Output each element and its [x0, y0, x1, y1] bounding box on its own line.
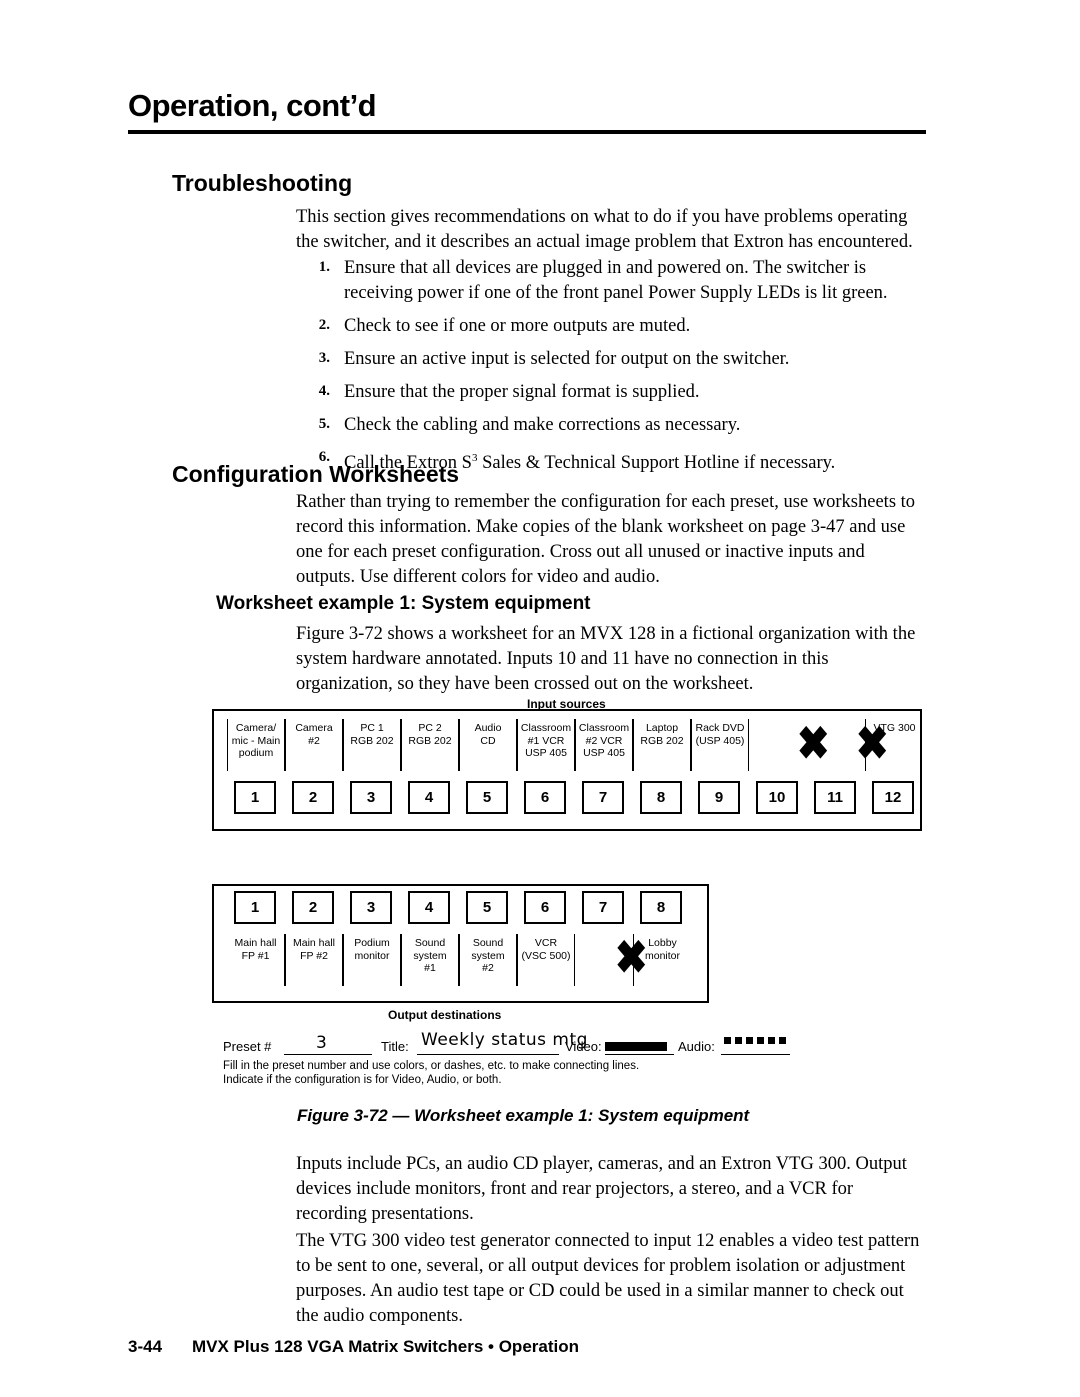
worksheet-after-paragraph-1: Inputs include PCs, an audio CD player, … — [296, 1154, 907, 1224]
video-underline — [605, 1054, 674, 1055]
output-number-1: 1 — [234, 891, 276, 924]
input-label-6: Classroom #1 VCR USP 405 — [517, 719, 575, 771]
list-item: 4. Ensure that the proper signal format … — [296, 380, 936, 405]
list-item-text: Ensure an active input is selected for o… — [344, 349, 790, 369]
output-label-4: Sound system #1 — [401, 934, 459, 986]
footer-text: MVX Plus 128 VGA Matrix Switchers • Oper… — [192, 1337, 579, 1356]
input-label-1: Camera/mic - Main podium — [227, 719, 285, 771]
input-number-9: 9 — [698, 781, 740, 814]
worksheet-example-intro: Figure 3-72 shows a worksheet for an MVX… — [296, 624, 916, 694]
heading-troubleshooting: Troubleshooting — [172, 170, 353, 196]
worksheet-after-paragraph-2: The VTG 300 video test generator connect… — [296, 1231, 920, 1326]
input-label-4: PC 2 RGB 202 — [401, 719, 459, 771]
output-number-5: 5 — [466, 891, 508, 924]
page-title: Operation, cont’d — [128, 88, 377, 123]
input-number-8: 8 — [640, 781, 682, 814]
worksheet-output-title: Output destinations — [388, 1008, 502, 1022]
audio-label: Audio: — [678, 1039, 715, 1054]
output-label-3: Podium monitor — [343, 934, 401, 986]
input-label-7: Classroom #2 VCR USP 405 — [575, 719, 633, 771]
list-item-text: Ensure that all devices are plugged in a… — [344, 258, 888, 303]
configuration-worksheets-intro: Rather than trying to remember the confi… — [296, 492, 916, 587]
output-label-5: Sound system #2 — [459, 934, 517, 986]
output-number-7: 7 — [582, 891, 624, 924]
video-label: Video: — [565, 1039, 602, 1054]
document-page: Operation, cont’d Troubleshooting This s… — [0, 0, 1080, 1397]
list-item: 2. Check to see if one or more outputs a… — [296, 314, 936, 339]
preset-value: 3 — [316, 1033, 328, 1053]
audio-underline — [721, 1054, 790, 1055]
preset-underline — [284, 1054, 372, 1055]
input-number-5: 5 — [466, 781, 508, 814]
title-label: Title: — [381, 1039, 409, 1054]
output-number-8: 8 — [640, 891, 682, 924]
crossout-output-7: ✖ — [614, 932, 648, 983]
worksheet-input-numbers: 1 2 3 4 5 6 7 8 9 10 11 12 — [234, 781, 914, 814]
input-label-3: PC 1 RGB 202 — [343, 719, 401, 771]
list-item: 5. Check the cabling and make correction… — [296, 413, 936, 438]
input-label-9: Rack DVD (USP 405) — [691, 719, 749, 771]
troubleshooting-steps: 1. Ensure that all devices are plugged i… — [296, 256, 936, 484]
list-item: 3. Ensure an active input is selected fo… — [296, 347, 936, 372]
list-item: 1. Ensure that all devices are plugged i… — [296, 256, 936, 306]
list-item-number: 5. — [318, 416, 330, 432]
input-number-11: 11 — [814, 781, 856, 814]
input-number-12: 12 — [872, 781, 914, 814]
input-number-4: 4 — [408, 781, 450, 814]
list-item-text: Check to see if one or more outputs are … — [344, 316, 691, 336]
input-number-3: 3 — [350, 781, 392, 814]
subheading-worksheet-example-1: Worksheet example 1: System equipment — [216, 593, 591, 614]
worksheet-fineprint-1: Fill in the preset number and use colors… — [223, 1060, 640, 1072]
input-label-5: Audio CD — [459, 719, 517, 771]
preset-label: Preset # — [223, 1039, 272, 1054]
list-item-number: 3. — [318, 350, 330, 366]
input-number-7: 7 — [582, 781, 624, 814]
title-underline — [417, 1054, 559, 1055]
video-mark — [605, 1042, 667, 1051]
worksheet-figure: Input sources Camera/mic - Main podium Ca… — [212, 697, 924, 1086]
output-number-2: 2 — [292, 891, 334, 924]
input-number-6: 6 — [524, 781, 566, 814]
crossout-input-11: ✖ — [855, 718, 889, 769]
footer-page-number: 3-44 — [128, 1337, 163, 1356]
list-item-number: 4. — [318, 383, 330, 399]
crossout-input-10: ✖ — [796, 718, 830, 769]
output-number-4: 4 — [408, 891, 450, 924]
header-divider — [128, 130, 926, 134]
output-number-6: 6 — [524, 891, 566, 924]
list-item-number: 2. — [318, 317, 330, 333]
worksheet-output-numbers: 1 2 3 4 5 6 7 8 — [234, 891, 682, 924]
list-item-number: 1. — [318, 259, 330, 275]
output-number-3: 3 — [350, 891, 392, 924]
input-number-2: 2 — [292, 781, 334, 814]
figure-caption: Figure 3-72 — Worksheet example 1: Syste… — [297, 1106, 750, 1125]
input-label-2: Camera #2 — [285, 719, 343, 771]
list-item-text: Ensure that the proper signal format is … — [344, 382, 700, 402]
troubleshooting-intro: This section gives recommendations on wh… — [296, 207, 913, 252]
title-value: Weekly status mtg — [421, 1030, 588, 1050]
input-label-8: Laptop RGB 202 — [633, 719, 691, 771]
output-label-6: VCR (VSC 500) — [517, 934, 575, 986]
heading-configuration-worksheets: Configuration Worksheets — [172, 461, 460, 487]
input-number-1: 1 — [234, 781, 276, 814]
list-item-text: Check the cabling and make corrections a… — [344, 415, 741, 435]
input-number-10: 10 — [756, 781, 798, 814]
worksheet-fineprint-2: Indicate if the configuration is for Vid… — [223, 1074, 502, 1086]
output-label-2: Main hall FP #2 — [285, 934, 343, 986]
audio-mark — [724, 1037, 786, 1044]
output-label-1: Main hall FP #1 — [227, 934, 285, 986]
